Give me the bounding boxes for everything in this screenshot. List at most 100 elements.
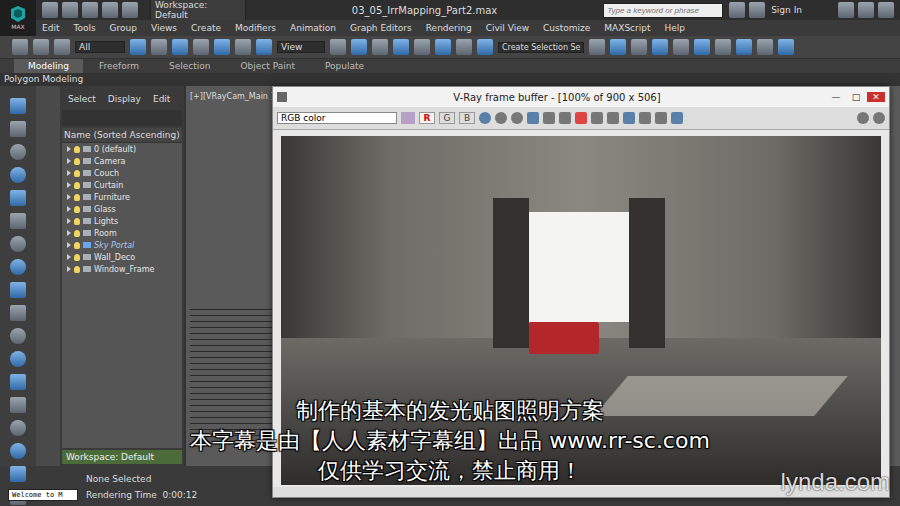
window-control[interactable]: —: [827, 92, 845, 102]
tool-icon[interactable]: [193, 39, 209, 55]
tool-icon[interactable]: [610, 39, 626, 55]
tool-icon[interactable]: [778, 39, 794, 55]
layer-name[interactable]: Sky Portal: [94, 241, 134, 250]
explorer-menu-item[interactable]: Display: [108, 94, 141, 104]
tool-icon[interactable]: [12, 39, 28, 55]
menu-item[interactable]: Help: [665, 23, 686, 33]
tool-icon[interactable]: [749, 2, 765, 18]
ribbon-tab[interactable]: Modeling: [14, 59, 83, 73]
layer-row[interactable]: Curtain: [62, 179, 182, 191]
command-icon[interactable]: [10, 98, 26, 114]
expand-icon[interactable]: [67, 206, 71, 212]
layer-name[interactable]: Furniture: [94, 193, 130, 202]
vfb-tool-icon[interactable]: [511, 112, 523, 124]
vfb-tool-icon[interactable]: [639, 112, 651, 124]
command-icon[interactable]: [10, 351, 26, 367]
menu-item[interactable]: Rendering: [426, 23, 472, 33]
tool-icon[interactable]: [456, 39, 472, 55]
workspace-dropdown[interactable]: Workspace: Default: [150, 0, 246, 22]
command-icon[interactable]: [10, 144, 26, 160]
listener-field[interactable]: Welcome to M: [8, 489, 78, 501]
layer-row[interactable]: Sky Portal: [62, 239, 182, 251]
expand-icon[interactable]: [67, 266, 71, 272]
tool-icon[interactable]: [838, 2, 854, 18]
bulb-icon[interactable]: [74, 242, 80, 249]
tool-icon[interactable]: [694, 39, 710, 55]
channel-dropdown[interactable]: RGB color: [277, 112, 397, 124]
bulb-icon[interactable]: [74, 170, 80, 177]
menu-item[interactable]: Views: [151, 23, 177, 33]
menu-item[interactable]: Civil View: [486, 23, 529, 33]
filter-dropdown[interactable]: All: [75, 41, 125, 53]
vfb-tool-icon[interactable]: [559, 112, 571, 124]
tool-icon[interactable]: [414, 39, 430, 55]
tool-icon[interactable]: [858, 2, 874, 18]
tool-icon[interactable]: [631, 39, 647, 55]
bulb-icon[interactable]: [74, 206, 80, 213]
command-icon[interactable]: [10, 466, 26, 482]
menu-item[interactable]: Customize: [543, 23, 590, 33]
search-field[interactable]: [603, 3, 723, 18]
bulb-icon[interactable]: [74, 182, 80, 189]
vfb-tool-icon[interactable]: [671, 112, 683, 124]
tool-icon[interactable]: [477, 39, 493, 55]
vfb-tool-icon[interactable]: [495, 112, 507, 124]
expand-icon[interactable]: [67, 158, 71, 164]
tool-icon[interactable]: [435, 39, 451, 55]
command-icon[interactable]: [10, 259, 26, 275]
vfb-tool-icon[interactable]: [655, 112, 667, 124]
layer-row[interactable]: Furniture: [62, 191, 182, 203]
layer-row[interactable]: Wall_Deco: [62, 251, 182, 263]
menu-item[interactable]: MAXScript: [604, 23, 650, 33]
command-icon[interactable]: [10, 121, 26, 137]
layer-name[interactable]: Lights: [94, 217, 118, 226]
vfb-tool-icon[interactable]: [543, 112, 555, 124]
tool-icon[interactable]: [330, 39, 346, 55]
vfb-tool-icon[interactable]: [479, 112, 491, 124]
swatch-icon[interactable]: [401, 112, 415, 124]
tool-icon[interactable]: [172, 39, 188, 55]
layer-name[interactable]: Room: [94, 229, 117, 238]
bulb-icon[interactable]: [74, 230, 80, 237]
tool-icon[interactable]: [33, 39, 49, 55]
command-icon[interactable]: [10, 167, 26, 183]
command-icon[interactable]: [10, 305, 26, 321]
expand-icon[interactable]: [67, 230, 71, 236]
tool-icon[interactable]: [54, 39, 70, 55]
vfb-tool-icon[interactable]: [591, 112, 603, 124]
tool-icon[interactable]: [351, 39, 367, 55]
tool-icon[interactable]: [729, 2, 745, 18]
ribbon-tab[interactable]: Object Paint: [227, 59, 309, 73]
layer-row[interactable]: Room: [62, 227, 182, 239]
vfb-tool-icon[interactable]: [527, 112, 539, 124]
command-icon[interactable]: [10, 190, 26, 206]
bulb-icon[interactable]: [74, 194, 80, 201]
menu-item[interactable]: Tools: [73, 23, 95, 33]
menu-item[interactable]: Edit: [42, 23, 59, 33]
layer-name[interactable]: Glass: [94, 205, 116, 214]
expand-icon[interactable]: [67, 194, 71, 200]
command-icon[interactable]: [10, 397, 26, 413]
command-icon[interactable]: [10, 374, 26, 390]
explorer-menu-item[interactable]: Edit: [153, 94, 170, 104]
layer-name[interactable]: Camera: [94, 157, 125, 166]
command-icon[interactable]: [10, 213, 26, 229]
selection-set-field[interactable]: Create Selection Se: [498, 42, 584, 53]
expand-icon[interactable]: [67, 254, 71, 260]
tool-icon[interactable]: [62, 2, 78, 18]
window-control[interactable]: □: [847, 92, 865, 102]
expand-icon[interactable]: [67, 146, 71, 152]
layer-name[interactable]: Wall_Deco: [94, 253, 135, 262]
expand-icon[interactable]: [67, 170, 71, 176]
layer-row[interactable]: Lights: [62, 215, 182, 227]
ribbon-tab[interactable]: Populate: [311, 59, 378, 73]
tool-icon[interactable]: [673, 39, 689, 55]
ribbon-panel[interactable]: Polygon Modeling: [0, 73, 900, 86]
tool-icon[interactable]: [42, 2, 58, 18]
tool-icon[interactable]: [214, 39, 230, 55]
app-logo-icon[interactable]: MAX: [0, 0, 36, 36]
vfb-tool-icon[interactable]: [623, 112, 635, 124]
bulb-icon[interactable]: [74, 158, 80, 165]
layer-row[interactable]: Window_Frame: [62, 263, 182, 275]
tool-icon[interactable]: [393, 39, 409, 55]
